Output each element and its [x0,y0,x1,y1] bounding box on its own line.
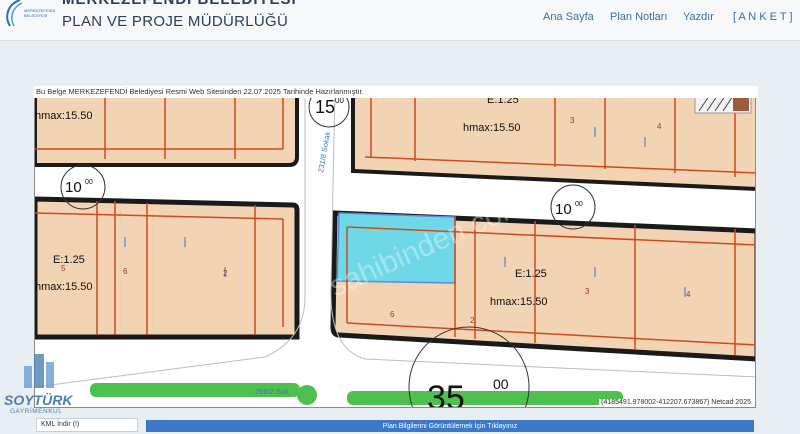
road-width-right-sup: 00 [575,201,583,208]
label-hmax-top: hmax:15.50 [463,122,520,134]
road-width-right: 10 [555,201,572,218]
lot-number: 6 [123,267,128,276]
watermark-brand: SOYTÜRK [4,392,73,408]
kml-download-button[interactable]: KML İndir (!) [36,418,138,432]
coordinate-readout: (4185491.978002-412207.673867) Netcad 20… [599,399,753,406]
road-width-left: 10 [65,179,82,196]
road-width-left-sup: 00 [85,179,93,186]
plan-info-button[interactable]: Plan Bilgilerini Görüntülemek İçin Tıkla… [146,420,754,432]
header-bar: MERKEZEFENDİ BELEDİYESİ MERKEZEFENDİ BEL… [0,0,800,41]
nav-home[interactable]: Ana Sayfa [543,11,594,23]
label-e-left: E:1.25 [53,254,85,266]
municipality-name: MERKEZEFENDİ BELEDİYESİ [62,0,297,8]
lot-number: 4 [686,290,691,299]
label-hmax-left: hmax:15.50 [35,281,92,293]
label-hmax-topleft: hmax:15.50 [35,110,92,122]
watermark-sub: GAYRİMENKUL [10,408,63,415]
municipality-logo: MERKEZEFENDİ BELEDİYESİ [6,0,55,27]
road-width-bottom-sup: 00 [493,376,509,392]
label-e-right: E:1.25 [515,268,547,280]
lot-number: 4 [657,122,662,131]
road-width-bottom: 35 [427,379,465,408]
road-width-top: 15 [315,97,335,117]
page-title: PLAN VE PROJE MÜDÜRLÜĞÜ [62,13,289,30]
lot-number: 5 [61,264,66,273]
street-name-bottom: 256/2 Sok [255,387,289,396]
lot-number: 3 [570,116,575,125]
lot-number: 3 [585,287,590,296]
nav-survey[interactable]: [ A N K E T ] [733,11,793,23]
zoning-map-canvas: 15 00 10 00 10 00 35 00 E:1.25 hmax:15.5… [35,87,755,408]
logo-text-2: BELEDİYESİ [24,13,47,18]
nav-plan-notes[interactable]: Plan Notları [610,11,667,23]
nav-print[interactable]: Yazdır [683,11,714,23]
lot-number: 6 [390,310,395,319]
zoning-map[interactable]: 15 00 10 00 10 00 35 00 E:1.25 hmax:15.5… [34,86,756,408]
lot-number: 2 [223,269,228,278]
lot-number: 2 [470,316,475,325]
label-hmax-right: hmax:15.50 [490,296,547,308]
document-notice: Bu Belge MERKEZEFENDİ Belediyesi Resmi W… [34,86,758,98]
